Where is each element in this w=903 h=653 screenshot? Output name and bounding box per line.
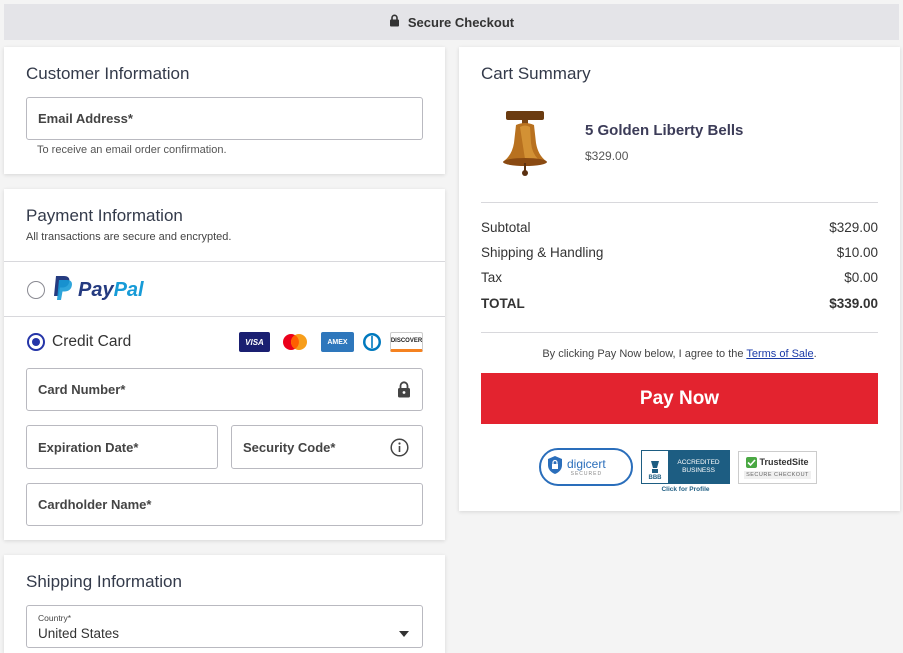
item-name: 5 Golden Liberty Bells [585, 122, 744, 139]
card-number-field[interactable]: Card Number* [26, 368, 423, 411]
lock-icon [389, 14, 400, 30]
credit-card-label[interactable]: Credit Card [52, 333, 131, 351]
discover-icon-label: DISCOVER [390, 338, 423, 344]
shipping-information-card: Shipping Information Country* United Sta… [4, 555, 445, 653]
payment-subtitle: All transactions are secure and encrypte… [26, 231, 232, 243]
tax-label: Tax [481, 270, 503, 285]
trustedsite-label: TrustedSite [759, 457, 809, 467]
paypal-label-pay: Pay [78, 279, 114, 301]
secure-checkout-bar: Secure Checkout [4, 4, 899, 40]
bbb-torch-icon [651, 461, 659, 473]
terms-suffix: . [813, 348, 817, 360]
security-code-label: Security Code* [243, 439, 336, 455]
subtotal-label: Subtotal [481, 220, 531, 235]
digicert-label: digicert [567, 456, 606, 471]
paypal-label-pal: Pal [113, 279, 144, 301]
amex-icon-label: AMEX [327, 338, 348, 346]
customer-information-title: Customer Information [26, 64, 190, 83]
email-field[interactable]: Email Address* [26, 97, 423, 140]
email-label: Email Address* [38, 111, 133, 126]
paypal-logo-icon [52, 275, 72, 306]
total-row: TOTAL $339.00 [481, 296, 878, 311]
visa-icon-label: VISA [245, 337, 264, 347]
subtotal-value: $329.00 [829, 220, 878, 235]
liberty-bell-image [498, 109, 552, 182]
payment-information-title: Payment Information [26, 206, 183, 225]
diners-club-icon [360, 332, 384, 352]
divider [4, 261, 445, 262]
customer-information-card: Customer Information Email Address* To r… [4, 47, 445, 174]
bbb-line1: ACCREDITED [677, 459, 720, 467]
country-value: United States [38, 625, 120, 641]
cart-summary-title: Cart Summary [481, 64, 591, 83]
paypal-radio[interactable] [27, 281, 45, 299]
shipping-label: Shipping & Handling [481, 245, 604, 260]
expiration-date-label: Expiration Date* [38, 439, 139, 455]
total-label: TOTAL [481, 296, 525, 311]
divider [4, 316, 445, 317]
paypal-option[interactable]: Pay Pal [52, 275, 144, 306]
digicert-badge[interactable]: digicert SECURED [539, 448, 633, 486]
tax-value: $0.00 [844, 270, 878, 285]
amex-icon: AMEX [321, 332, 354, 352]
total-value: $339.00 [829, 296, 878, 311]
bbb-badge[interactable]: BBB ACCREDITED BUSINESS Click for Profil… [641, 450, 730, 498]
country-label: Country* [38, 612, 72, 623]
shield-lock-icon [547, 455, 563, 480]
digicert-sub: SECURED [570, 470, 603, 477]
terms-prefix: By clicking Pay Now below, I agree to th… [542, 348, 747, 360]
email-hint: To receive an email order confirmation. [37, 144, 227, 156]
tax-row: Tax $0.00 [481, 270, 878, 285]
shipping-information-title: Shipping Information [26, 572, 182, 591]
secure-checkout-title: Secure Checkout [407, 14, 515, 30]
cardholder-name-field[interactable]: Cardholder Name* [26, 483, 423, 526]
card-number-label: Card Number* [38, 382, 126, 397]
bbb-caption: Click for Profile [661, 486, 710, 493]
lock-icon [397, 381, 411, 401]
expiration-date-field[interactable]: Expiration Date* [26, 425, 218, 469]
chevron-down-icon [399, 625, 409, 640]
credit-card-radio[interactable] [27, 333, 45, 351]
cart-summary-card: Cart Summary 5 Golden Liberty Bells $329… [459, 47, 900, 511]
trustedsite-sub: SECURE CHECKOUT [744, 470, 811, 479]
cardholder-name-label: Cardholder Name* [38, 497, 152, 512]
terms-of-sale-link[interactable]: Terms of Sale [746, 348, 813, 360]
subtotal-row: Subtotal $329.00 [481, 220, 878, 235]
divider [481, 202, 878, 203]
pay-now-button[interactable]: Pay Now [481, 373, 878, 424]
shipping-row: Shipping & Handling $10.00 [481, 245, 878, 260]
checkmark-icon [746, 456, 758, 468]
bbb-logo-text: BBB [648, 475, 662, 481]
terms-text: By clicking Pay Now below, I agree to th… [459, 348, 900, 360]
item-price: $329.00 [585, 149, 629, 163]
trustedsite-badge[interactable]: TrustedSite SECURE CHECKOUT [738, 451, 817, 484]
payment-information-card: Payment Information All transactions are… [4, 189, 445, 540]
shipping-value: $10.00 [836, 245, 878, 260]
divider [481, 332, 878, 333]
visa-icon: VISA [239, 332, 270, 352]
discover-icon: DISCOVER [390, 332, 423, 352]
info-icon[interactable] [390, 438, 409, 460]
country-select[interactable]: Country* United States [26, 605, 423, 648]
security-code-field[interactable]: Security Code* [231, 425, 423, 469]
bbb-line2: BUSINESS [682, 467, 715, 474]
mastercard-icon [278, 332, 312, 352]
